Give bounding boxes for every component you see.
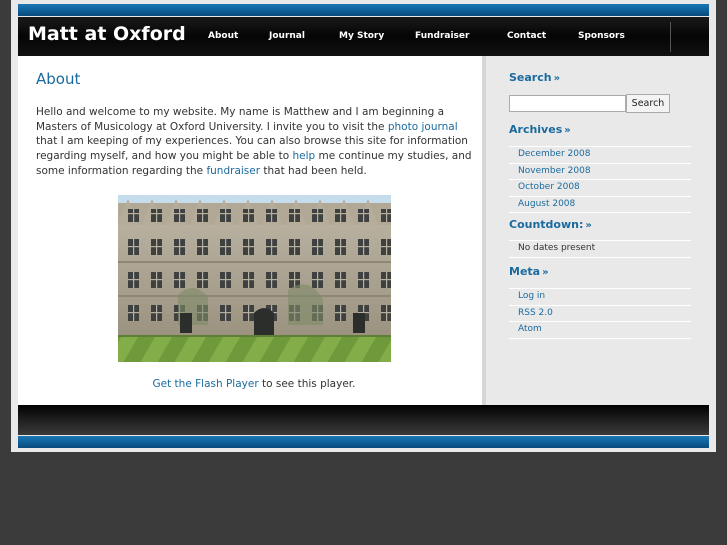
nav-divider [670,22,671,52]
archive-link-august-2008[interactable]: August 2008 [509,195,691,213]
nav-item-journal[interactable]: Journal [269,31,305,41]
meta-link-log-in[interactable]: Log in [509,288,691,305]
meta-link-atom[interactable]: Atom [509,321,691,339]
nav-item-about[interactable]: About [208,31,238,41]
meta-link-rss[interactable]: RSS 2.0 [509,304,691,322]
main-content: About Hello and welcome to my website. M… [18,56,482,405]
raquo-icon: » [564,125,571,136]
help-link[interactable]: help [292,150,315,162]
flash-player-notice: Get the Flash Player to see this player. [18,378,490,390]
site-title[interactable]: Matt at Oxford [28,23,186,45]
fundraiser-link[interactable]: fundraiser [206,165,260,177]
oxford-college-photo [118,195,391,362]
archives-heading-label: Archives [509,123,563,136]
nav-item-sponsors[interactable]: Sponsors [578,31,625,41]
raquo-icon: » [553,73,561,84]
search-heading-label: Search [509,71,552,84]
countdown-heading: Countdown:» [509,218,592,231]
intro-text-1: Hello and welcome to my website. My name… [36,106,445,133]
search-heading: Search» [509,71,560,84]
meta-list: Log in RSS 2.0 Atom [509,288,691,339]
photo-journal-link[interactable]: photo journal [388,121,458,133]
flash-suffix-text: to see this player. [258,378,356,390]
search-input[interactable] [509,95,626,112]
sidebar: Search» Search Archives» December 2008 N… [486,56,709,405]
meta-heading: Meta» [509,265,549,278]
site-header: About Journal My Story Fundraiser Contac… [18,17,709,56]
countdown-list: No dates present [509,240,691,258]
nav-item-my-story[interactable]: My Story [339,31,384,41]
top-accent-bar [18,4,709,16]
archives-list: December 2008 November 2008 October 2008… [509,146,691,213]
raquo-icon: » [585,220,592,231]
archive-link-october-2008[interactable]: October 2008 [509,179,691,196]
search-button[interactable]: Search [626,94,670,113]
countdown-heading-label: Countdown: [509,218,584,231]
countdown-item: No dates present [509,240,691,258]
archive-link-december-2008[interactable]: December 2008 [509,146,691,163]
nav-item-fundraiser[interactable]: Fundraiser [415,31,469,41]
nav-item-contact[interactable]: Contact [507,31,546,41]
page-frame: About Journal My Story Fundraiser Contac… [11,0,716,452]
meta-heading-label: Meta [509,265,541,278]
page-title: About [36,70,81,88]
raquo-icon: » [542,267,549,278]
intro-text-4: that had been held. [260,164,367,177]
archive-link-november-2008[interactable]: November 2008 [509,162,691,180]
intro-paragraph: Hello and welcome to my website. My name… [36,105,481,179]
archives-heading: Archives» [509,123,571,136]
site-footer [18,405,709,435]
bottom-accent-bar [18,436,709,448]
get-flash-player-link[interactable]: Get the Flash Player [153,378,259,390]
